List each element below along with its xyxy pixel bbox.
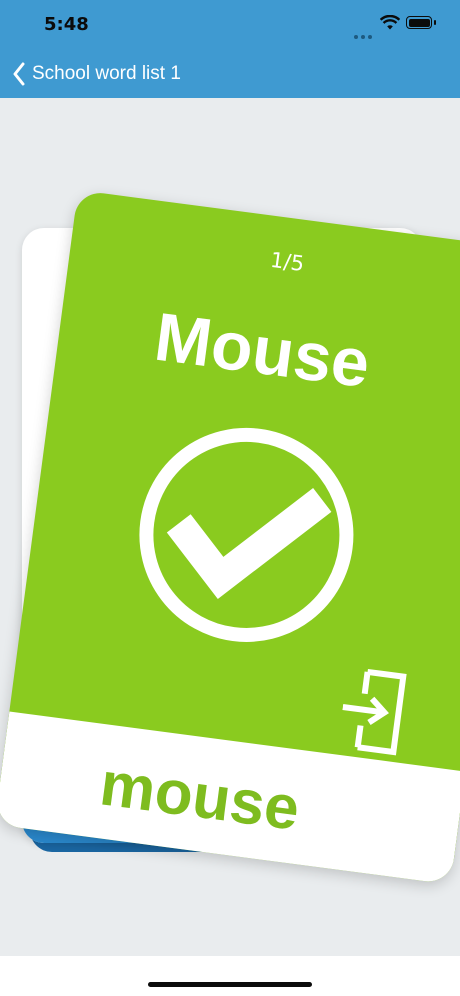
chevron-left-icon — [13, 62, 25, 86]
exit-icon[interactable] — [337, 661, 412, 761]
flashcard-stage: Er 1/5 Mouse mouse — [0, 98, 460, 956]
card-answer: mouse — [96, 749, 304, 844]
wifi-icon — [380, 15, 400, 30]
front-flashcard[interactable]: 1/5 Mouse mouse — [0, 190, 460, 885]
back-label: School word list 1 — [32, 63, 181, 84]
navigation-bar: School word list 1 — [0, 50, 460, 98]
checkmark-circle-icon — [139, 427, 354, 642]
home-indicator-area — [0, 956, 460, 996]
card-title: Mouse — [150, 298, 375, 403]
status-time: 5:48 — [44, 14, 89, 35]
back-button[interactable]: School word list 1 — [12, 61, 181, 87]
status-bar: 5:48 — [0, 0, 460, 50]
battery-icon — [406, 16, 436, 29]
signal-dots-icon — [354, 26, 375, 44]
home-indicator[interactable] — [148, 982, 312, 987]
card-counter: 1/5 — [268, 247, 306, 277]
